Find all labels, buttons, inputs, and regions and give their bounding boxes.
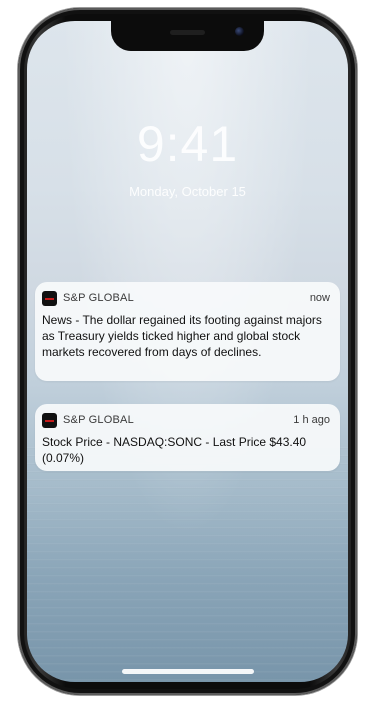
lock-screen: 9:41 Monday, October 15 S&P GLOBAL now N… bbox=[27, 21, 348, 682]
notification-time: 1 h ago bbox=[293, 414, 330, 426]
sp-global-app-icon bbox=[42, 413, 57, 428]
notification-stock-price[interactable]: S&P GLOBAL 1 h ago Stock Price - NASDAQ:… bbox=[35, 404, 340, 471]
front-camera bbox=[235, 27, 244, 36]
home-indicator[interactable] bbox=[122, 669, 254, 674]
notification-body: Stock Price - NASDAQ:SONC - Last Price $… bbox=[42, 435, 307, 465]
wallpaper-water bbox=[27, 441, 348, 682]
lock-screen-time: 9:41 bbox=[136, 116, 239, 172]
notification-time: now bbox=[309, 292, 330, 304]
stage: 9:41 Monday, October 15 S&P GLOBAL now N… bbox=[0, 0, 375, 703]
notch bbox=[111, 21, 264, 51]
speaker-grille bbox=[170, 30, 205, 35]
notification-app-name: S&P GLOBAL bbox=[63, 292, 134, 304]
notification-header: S&P GLOBAL now bbox=[42, 291, 330, 307]
notification-news[interactable]: S&P GLOBAL now News - The dollar regaine… bbox=[35, 282, 340, 381]
lock-screen-date: Monday, October 15 bbox=[129, 184, 246, 199]
notification-app-name: S&P GLOBAL bbox=[63, 414, 134, 426]
sp-global-app-icon bbox=[42, 291, 57, 306]
notification-body: News - The dollar regained its footing a… bbox=[42, 313, 322, 359]
notification-header: S&P GLOBAL 1 h ago bbox=[42, 413, 330, 429]
